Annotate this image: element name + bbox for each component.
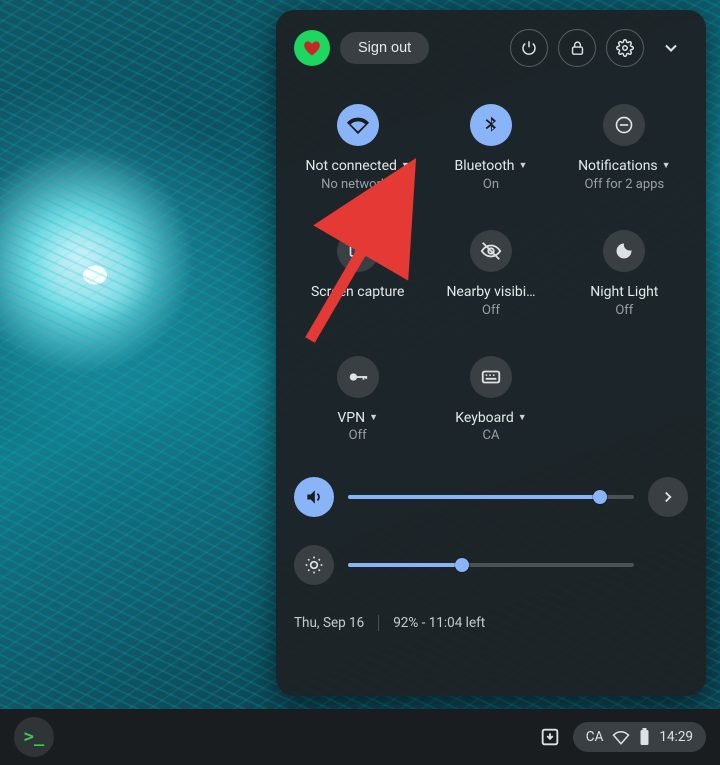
tiles-grid: Not connected▼ No networks Bluetooth▼ On…	[294, 104, 688, 443]
dnd-icon	[614, 115, 634, 135]
tile-sublabel: Off	[482, 303, 500, 318]
tile-sublabel: Off	[349, 428, 367, 443]
audio-settings-button[interactable]	[648, 477, 688, 517]
lock-icon	[569, 40, 586, 57]
avatar[interactable]	[294, 30, 330, 66]
panel-footer: Thu, Sep 16 92% - 11:04 left	[294, 611, 688, 631]
tile-label: Screen capture	[311, 284, 404, 301]
tile-sublabel: On	[483, 177, 499, 192]
tile-sublabel: No networks	[321, 177, 394, 192]
collapse-button[interactable]	[654, 31, 688, 65]
tile-notifications[interactable]: Notifications▼ Off for 2 apps	[561, 104, 688, 192]
tile-label: Notifications▼	[578, 158, 671, 175]
power-icon	[520, 39, 538, 57]
panel-header: Sign out	[294, 24, 688, 72]
tile-network[interactable]: Not connected▼ No networks	[294, 104, 421, 192]
holding-space-button[interactable]	[535, 726, 565, 748]
ime-label: CA	[586, 729, 604, 745]
power-button[interactable]	[510, 29, 548, 67]
notifications-icon-button[interactable]	[603, 104, 645, 146]
keyboard-icon-button[interactable]	[470, 356, 512, 398]
network-icon-button[interactable]	[337, 104, 379, 146]
tile-nearby-visibility[interactable]: Nearby visibi… Off	[427, 230, 554, 318]
tile-vpn[interactable]: VPN▼ Off	[294, 356, 421, 444]
caret-icon: ▼	[518, 413, 527, 424]
brightness-slider[interactable]	[348, 563, 634, 567]
terminal-app-icon[interactable]: >_	[14, 717, 54, 757]
caret-icon: ▼	[519, 161, 528, 172]
screen-capture-icon-button[interactable]	[337, 230, 379, 272]
tile-label: Night Light	[590, 284, 658, 301]
sign-out-button[interactable]: Sign out	[340, 32, 429, 64]
tile-label: Nearby visibi…	[446, 284, 535, 301]
tile-label: VPN▼	[337, 410, 378, 427]
volume-mute-button[interactable]	[294, 477, 334, 517]
tile-sublabel: CA	[483, 428, 500, 443]
screen-capture-icon	[348, 241, 368, 261]
tile-label: Bluetooth▼	[455, 158, 528, 175]
quick-settings-panel: Sign out Not connected▼ No networks Blu	[276, 10, 706, 696]
volume-icon	[304, 487, 324, 507]
brightness-icon	[304, 555, 324, 575]
volume-row	[294, 477, 688, 517]
brightness-row	[294, 545, 688, 585]
brightness-button[interactable]	[294, 545, 334, 585]
date-label: Thu, Sep 16	[294, 615, 364, 631]
tile-sublabel: Off	[615, 303, 633, 318]
inbox-icon	[539, 726, 561, 748]
battery-label: 92% - 11:04 left	[393, 615, 485, 631]
bluetooth-icon-button[interactable]	[470, 104, 512, 146]
tile-label: Not connected▼	[305, 158, 409, 175]
night-light-icon	[614, 241, 634, 261]
wifi-icon	[347, 114, 369, 136]
gear-icon	[616, 39, 634, 57]
chevron-right-icon	[659, 488, 677, 506]
wifi-status-icon	[612, 728, 630, 746]
bluetooth-icon	[481, 115, 501, 135]
nearby-icon-button[interactable]	[470, 230, 512, 272]
vpn-icon-button[interactable]	[337, 356, 379, 398]
tile-night-light[interactable]: Night Light Off	[561, 230, 688, 318]
sliders	[294, 477, 688, 585]
vpn-key-icon	[347, 366, 369, 388]
tile-screen-capture[interactable]: Screen capture	[294, 230, 421, 318]
caret-icon: ▼	[369, 413, 378, 424]
tile-bluetooth[interactable]: Bluetooth▼ On	[427, 104, 554, 192]
volume-slider[interactable]	[348, 495, 634, 499]
lock-button[interactable]	[558, 29, 596, 67]
tile-sublabel: Off for 2 apps	[584, 177, 664, 192]
tile-keyboard[interactable]: Keyboard▼ CA	[427, 356, 554, 444]
shelf: >_ CA 14:29	[0, 709, 720, 765]
clock-label: 14:29	[659, 729, 693, 745]
keyboard-icon	[480, 366, 502, 388]
night-light-icon-button[interactable]	[603, 230, 645, 272]
chevron-down-icon	[661, 38, 681, 58]
tile-label: Keyboard▼	[455, 410, 526, 427]
divider	[378, 615, 379, 631]
settings-button[interactable]	[606, 29, 644, 67]
visibility-off-icon	[480, 240, 502, 262]
avatar-icon	[302, 38, 322, 58]
caret-icon: ▼	[662, 161, 671, 172]
status-area[interactable]: CA 14:29	[573, 722, 706, 752]
caret-icon: ▼	[401, 161, 410, 172]
battery-status-icon	[639, 728, 650, 746]
